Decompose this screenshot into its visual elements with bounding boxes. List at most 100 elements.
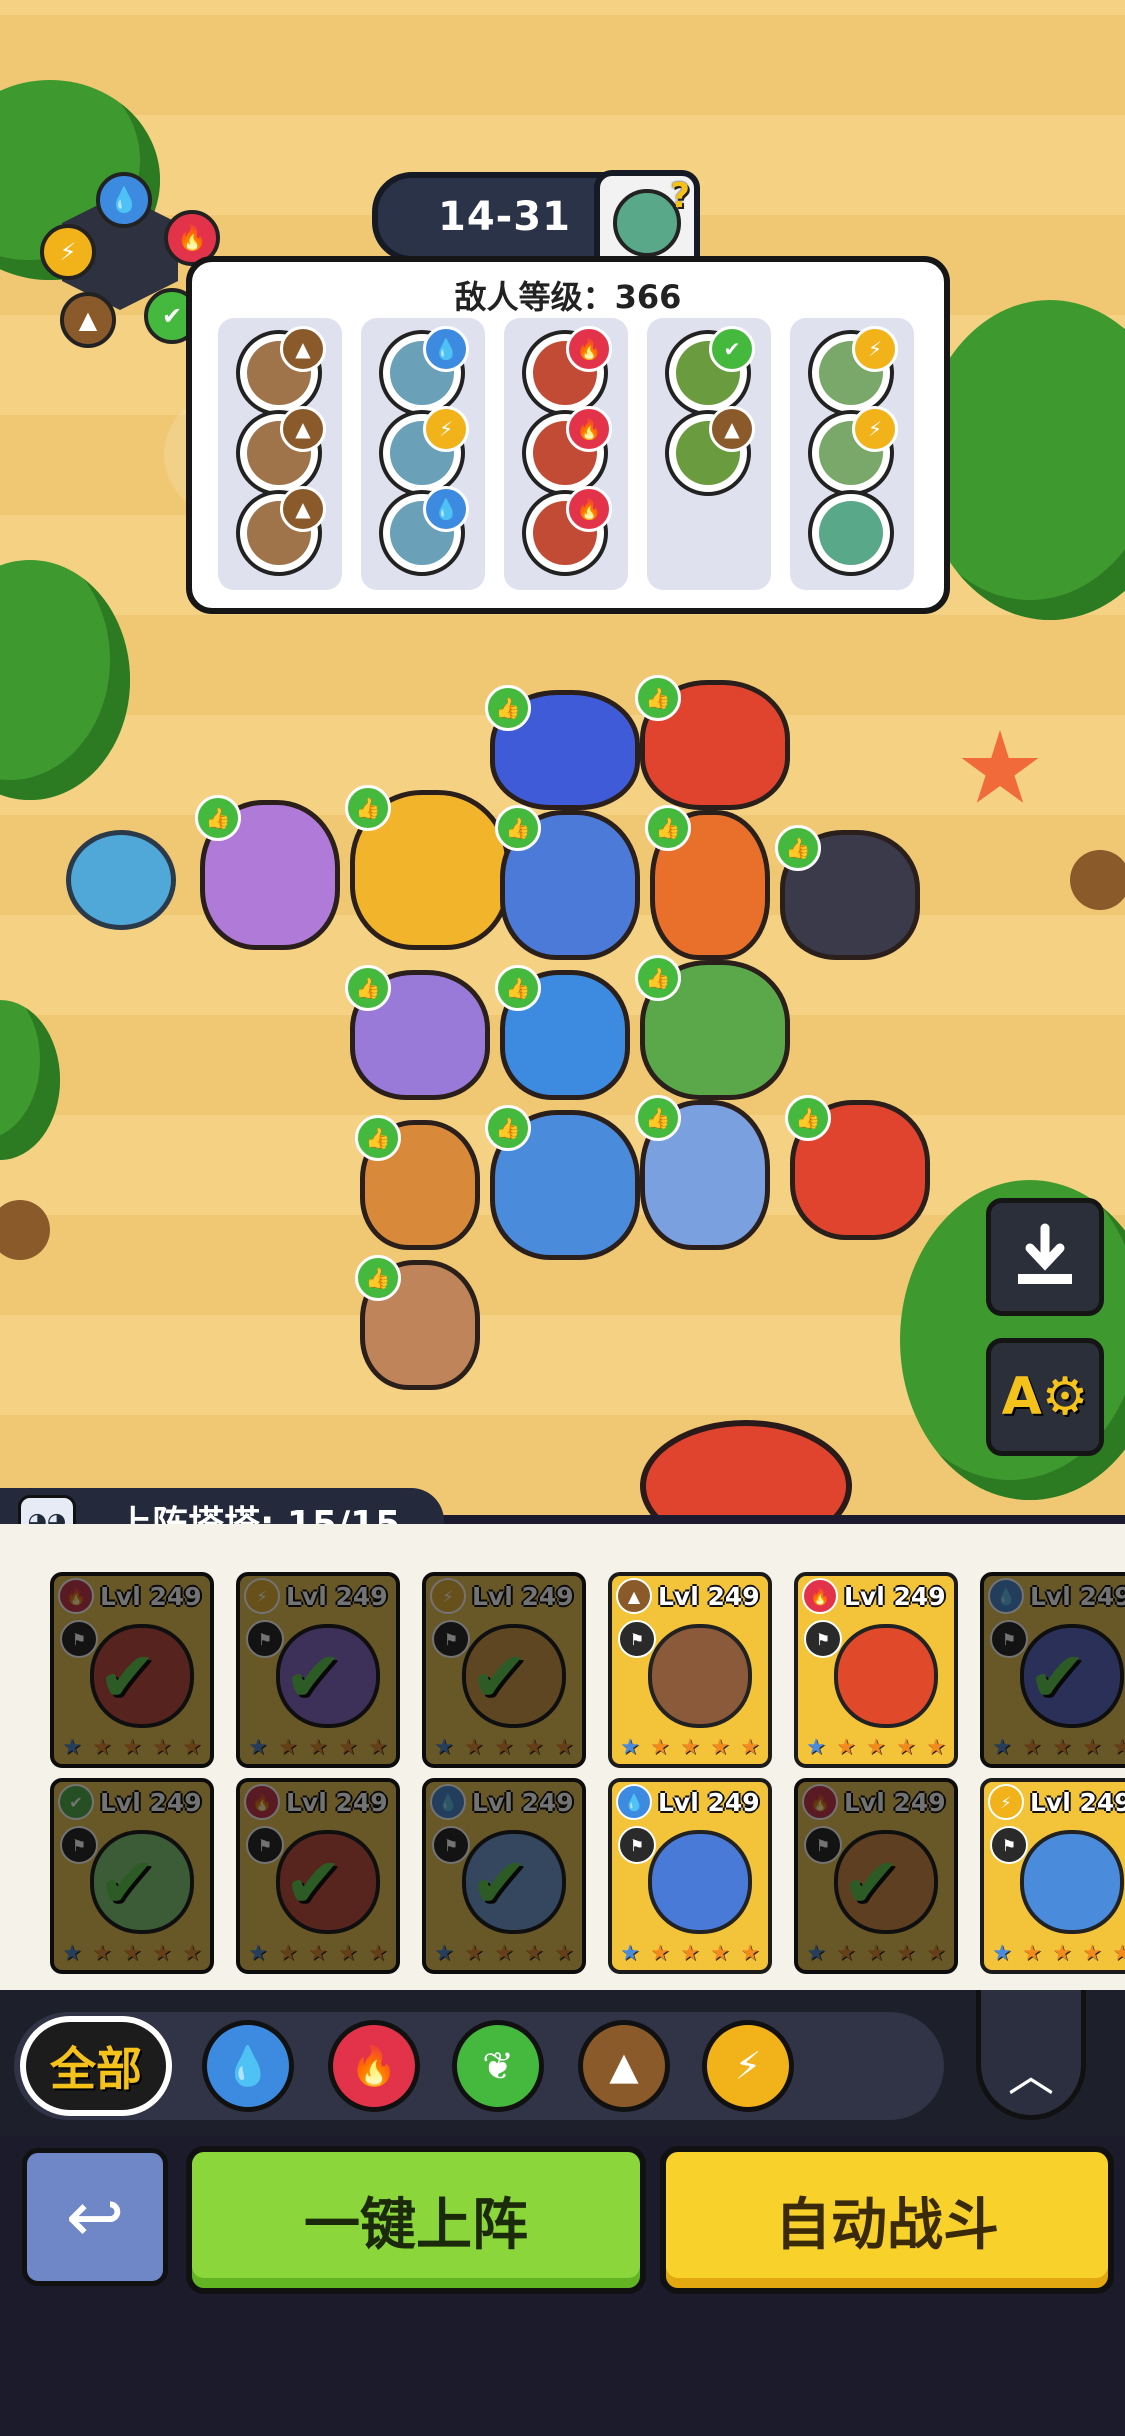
star-icon: ★: [368, 1735, 388, 1760]
auto-gear-icon: A⚙: [1001, 1367, 1089, 1427]
auto-battle-button[interactable]: 自动战斗: [660, 2146, 1114, 2294]
enemy-portrait[interactable]: 💧: [379, 326, 469, 416]
star-icon: ★: [866, 1735, 886, 1760]
star-icon: ★: [308, 1735, 328, 1760]
deployed-pet[interactable]: 👍: [485, 685, 640, 810]
download-icon: [1018, 1223, 1072, 1284]
lightning-icon: ⚡: [40, 224, 96, 280]
star-icon: ★: [338, 1735, 358, 1760]
star-icon: ★: [1052, 1941, 1072, 1966]
pet-card[interactable]: 🔥 Lvl 249 ⚑ ★ ★ ★ ★ ★: [794, 1572, 958, 1768]
thunder-element-icon: ⚡: [852, 406, 898, 452]
pet-card[interactable]: 🔥 Lvl 249 ⚑ ★ ★ ★ ★ ★ ✔: [794, 1778, 958, 1974]
collapse-roster-button[interactable]: ︿: [976, 1990, 1086, 2120]
card-level-label: Lvl 249: [100, 1787, 202, 1817]
star-rating: ★★★★★: [616, 1736, 764, 1760]
deployed-pet[interactable]: 👍: [635, 1095, 770, 1250]
filter-all-button[interactable]: 全部: [20, 2016, 172, 2116]
filter-fire-button[interactable]: 🔥: [328, 2020, 420, 2112]
deployed-pet[interactable]: 👍: [495, 965, 630, 1100]
pet-card[interactable]: 💧 Lvl 249 ⚑ ★ ★ ★ ★ ★: [608, 1778, 772, 1974]
deployed-pet[interactable]: 👍: [355, 1255, 480, 1390]
filter-earth-button[interactable]: ▲: [578, 2020, 670, 2112]
star-rating: ★★★★★: [616, 1942, 764, 1966]
enemy-portrait[interactable]: [808, 490, 894, 576]
enemy-column: 💧 ⚡ 💧: [361, 318, 485, 590]
enemy-portrait[interactable]: ⚡: [808, 326, 898, 416]
star-rating: ★★★★★: [988, 1942, 1125, 1966]
pet-card[interactable]: 💧Lvl 249⚑★★★★★✔: [980, 1572, 1125, 1768]
enemy-portrait[interactable]: ▲: [236, 326, 326, 416]
card-level-row: 💧 Lvl 249: [612, 1784, 768, 1820]
deployed-pet[interactable]: 👍: [485, 1105, 640, 1260]
card-level-row: 🔥 Lvl 249: [798, 1578, 954, 1614]
deployed-pet[interactable]: 👍: [345, 785, 510, 950]
back-button[interactable]: ↩: [22, 2148, 168, 2286]
star-icon: ★: [464, 1735, 484, 1760]
pet-card[interactable]: 🔥 Lvl 249 ⚑ ★ ★ ★ ★ ★ ✔: [50, 1572, 214, 1768]
pet-card[interactable]: 🔥 Lvl 249 ⚑ ★ ★ ★ ★ ★ ✔: [236, 1778, 400, 1974]
auto-deploy-button[interactable]: 一键上阵: [186, 2146, 646, 2294]
enemy-portrait[interactable]: ▲: [665, 406, 755, 496]
star-icon: ★: [434, 1735, 454, 1760]
deployed-pet[interactable]: 👍: [645, 805, 770, 960]
deployed-pet[interactable]: 👍: [635, 955, 790, 1100]
deployed-pet[interactable]: 👍: [355, 1115, 480, 1250]
fire-element-icon: 🔥: [566, 406, 612, 452]
star-icon: ★: [926, 1735, 946, 1760]
lightning-icon: ⚡: [734, 2044, 762, 2088]
thumbs-up-icon: 👍: [645, 805, 691, 851]
enemy-portrait[interactable]: 🔥: [522, 486, 612, 576]
card-level-label: Lvl 249: [658, 1581, 760, 1611]
nature-element-icon: ✔: [58, 1784, 94, 1820]
thumbs-up-icon: 👍: [495, 965, 541, 1011]
card-level-label: Lvl 249: [472, 1581, 574, 1611]
element-cycle-wheel[interactable]: 💧 🔥 ✔ ▲ ⚡: [40, 172, 220, 348]
enemy-portrait[interactable]: ✔: [665, 326, 755, 416]
enemy-portrait[interactable]: 💧: [379, 486, 469, 576]
enemy-portrait[interactable]: ▲: [236, 406, 326, 496]
water-drop-icon: 💧: [96, 172, 152, 228]
earth-element-icon: ▲: [616, 1578, 652, 1614]
star-icon: ★: [710, 1941, 730, 1966]
checkmark-icon: ✔: [98, 1842, 157, 1924]
star-icon: ★: [1108, 1736, 1125, 1760]
palm-tree-decoration: [0, 560, 130, 800]
star-icon: ★: [248, 1941, 268, 1966]
star-icon: ★: [680, 1941, 700, 1966]
pet-card[interactable]: ⚡ Lvl 249 ⚑ ★ ★ ★ ★ ★ ✔: [422, 1572, 586, 1768]
pet-card[interactable]: ⚡Lvl 249⚑★★★★★: [980, 1778, 1125, 1974]
pet-card[interactable]: ✔ Lvl 249 ⚑ ★ ★ ★ ★ ★ ✔: [50, 1778, 214, 1974]
palm-tree-decoration: [0, 1000, 60, 1160]
coconut-decoration: [1070, 850, 1125, 910]
thumbs-up-icon: 👍: [775, 825, 821, 871]
star-icon: ★: [62, 1941, 82, 1966]
thumbs-up-icon: 👍: [355, 1255, 401, 1301]
star-rating: ★★★★★: [244, 1736, 392, 1760]
filter-thunder-button[interactable]: ⚡: [702, 2020, 794, 2112]
deployed-pet[interactable]: 👍: [775, 825, 920, 960]
deployed-pet[interactable]: 👍: [345, 965, 490, 1100]
deployed-pet[interactable]: 👍: [495, 805, 640, 960]
card-level-row: ✔ Lvl 249: [54, 1784, 210, 1820]
pet-card[interactable]: 💧Lvl 249⚑★★★★★✔: [422, 1778, 586, 1974]
card-level-row: 🔥 Lvl 249: [240, 1784, 396, 1820]
enemy-portrait[interactable]: ▲: [236, 486, 326, 576]
deployed-pet[interactable]: 👍: [785, 1095, 930, 1240]
deployed-pet[interactable]: 👍: [635, 675, 790, 810]
enemy-portrait[interactable]: ⚡: [808, 406, 898, 496]
enemy-portrait[interactable]: 🔥: [522, 406, 612, 496]
checkmark-icon: ✔: [842, 1842, 901, 1924]
enemy-portrait[interactable]: ⚡: [379, 406, 469, 496]
filter-nature-button[interactable]: ❦: [452, 2020, 544, 2112]
auto-settings-button[interactable]: A⚙: [986, 1338, 1104, 1456]
palm-tree-decoration: [920, 300, 1125, 620]
enemy-portrait[interactable]: 🔥: [522, 326, 612, 416]
checkmark-icon: ✔: [284, 1636, 343, 1718]
filter-water-button[interactable]: 💧: [202, 2020, 294, 2112]
deployed-pet[interactable]: 👍: [195, 795, 340, 950]
save-formation-button[interactable]: [986, 1198, 1104, 1316]
pet-card[interactable]: ⚡ Lvl 249 ⚑ ★ ★ ★ ★ ★ ✔: [236, 1572, 400, 1768]
pet-card[interactable]: ▲ Lvl 249 ⚑ ★ ★ ★ ★ ★: [608, 1572, 772, 1768]
checkmark-icon: ✔: [284, 1842, 343, 1924]
